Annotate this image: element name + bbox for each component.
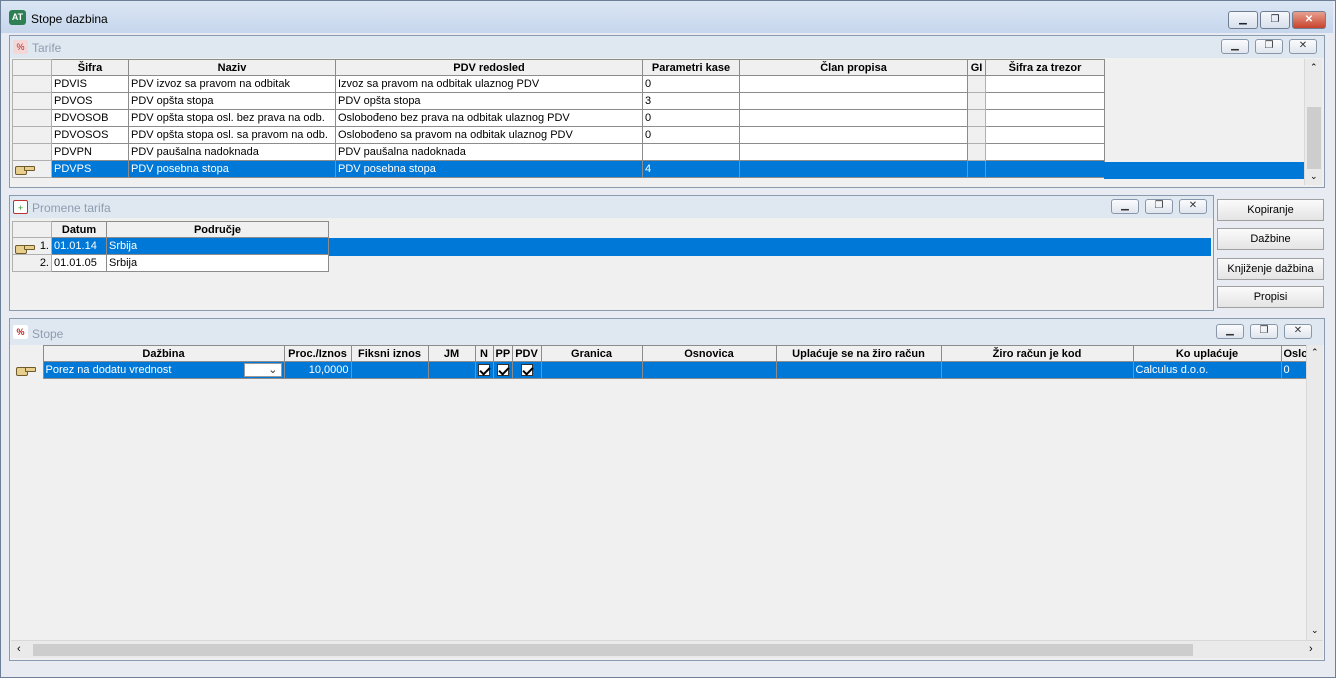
knjizenje-dazbina-button[interactable]: Knjiženje dažbina <box>1217 258 1324 280</box>
percent-icon: % <box>13 325 28 339</box>
stope-minimize-button[interactable]: ▁ <box>1216 324 1244 339</box>
col-n[interactable]: N <box>474 345 494 362</box>
col-uplacuje[interactable]: Uplaćuje se na žiro račun <box>775 345 942 362</box>
col-sifra-trezor[interactable]: Šifra za trezor <box>985 59 1105 76</box>
dazbina-select[interactable]: Porez na dodatu vrednost ⌄ <box>42 361 285 379</box>
col-gi[interactable]: GI <box>967 59 986 76</box>
col-jm[interactable]: JM <box>427 345 476 362</box>
col-oslob[interactable]: Oslob <box>1280 345 1307 362</box>
title-bar: AT Stope dazbina ▁ ❐ ✕ <box>1 1 1333 33</box>
scroll-down-icon[interactable]: ⌄ <box>1310 171 1318 182</box>
tarife-header: Šifra Naziv PDV redosled Parametri kase … <box>12 59 1105 76</box>
stope-hscrollbar[interactable]: ‹ › <box>11 640 1323 658</box>
promene-header: Datum Područje <box>12 221 329 238</box>
tarife-close-button[interactable]: ✕ <box>1289 39 1317 54</box>
tarife-title: Tarife <box>32 41 62 55</box>
selected-row-fill <box>327 238 1211 256</box>
restore-button[interactable]: ❐ <box>1260 11 1290 29</box>
scroll-left-icon[interactable]: ‹ <box>17 643 21 655</box>
row-pointer-icon <box>15 243 35 254</box>
window-title: Stope dazbina <box>31 12 108 26</box>
tarife-vscrollbar[interactable]: ⌃ ⌄ <box>1304 59 1322 185</box>
close-button[interactable]: ✕ <box>1292 11 1326 29</box>
tarife-scroll-thumb[interactable] <box>1307 107 1321 169</box>
close-icon: ✕ <box>1304 14 1314 25</box>
table-row[interactable]: PDVOS PDV opšta stopa PDV opšta stopa 3 <box>12 92 1105 110</box>
table-row[interactable]: 2. 01.01.05 Srbija <box>12 254 329 272</box>
minimize-button[interactable]: ▁ <box>1228 11 1258 29</box>
dazbine-button[interactable]: Dažbine <box>1217 228 1324 250</box>
pdv-checkbox[interactable] <box>520 364 533 377</box>
tarife-titlebar: % Tarife ▁ ❐ ✕ <box>10 36 1324 58</box>
col-osnovica[interactable]: Osnovica <box>641 345 777 362</box>
table-row[interactable]: PDVOSOS PDV opšta stopa osl. sa pravom na… <box>12 126 1105 144</box>
table-row-selected[interactable]: 1. 01.01.14 Srbija <box>12 237 329 255</box>
row-pointer-icon <box>16 365 36 376</box>
n-checkbox[interactable] <box>478 364 490 377</box>
tarife-table: Šifra Naziv PDV redosled Parametri kase … <box>12 59 1105 178</box>
promene-titlebar: + Promene tarifa ▁ ❐ ✕ <box>10 196 1213 218</box>
stope-restore-button[interactable]: ❐ <box>1250 324 1278 339</box>
col-granica[interactable]: Granica <box>540 345 643 362</box>
stope-hscroll-thumb[interactable] <box>33 644 1193 656</box>
col-proc-iznos[interactable]: Proc./Iznos <box>283 345 352 362</box>
table-row[interactable]: PDVOSOB PDV opšta stopa osl. bez prava na… <box>12 109 1105 127</box>
row-pointer-icon <box>15 164 35 175</box>
table-row-selected[interactable]: Porez na dodatu vrednost ⌄ 10,0000 Calcul… <box>14 361 1307 379</box>
tarife-minimize-button[interactable]: ▁ <box>1221 39 1249 54</box>
table-row-selected[interactable]: PDVPS PDV posebna stopa PDV posebna stopa 4 <box>12 160 1105 178</box>
col-fiksni-iznos[interactable]: Fiksni iznos <box>350 345 429 362</box>
stope-titlebar: % Stope ▁ ❐ ✕ <box>10 319 1324 345</box>
propisi-button[interactable]: Propisi <box>1217 286 1324 308</box>
promene-minimize-button[interactable]: ▁ <box>1111 199 1139 214</box>
col-ko-uplacuje[interactable]: Ko uplaćuje <box>1132 345 1282 362</box>
tarife-panel: % Tarife ▁ ❐ ✕ Šifra Naziv PDV redosled … <box>9 35 1325 188</box>
stope-panel: % Stope ▁ ❐ ✕ Dažbina Proc./Iznos Fiksni… <box>9 318 1325 661</box>
promene-close-button[interactable]: ✕ <box>1179 199 1207 214</box>
col-datum[interactable]: Datum <box>51 221 107 238</box>
col-naziv[interactable]: Naziv <box>128 59 336 76</box>
stope-title: Stope <box>32 327 64 341</box>
pp-checkbox[interactable] <box>496 364 509 377</box>
promene-table: Datum Područje 1. 01.01.14 Srbija 2. 01.… <box>12 221 329 272</box>
selected-row-fill <box>1104 162 1304 179</box>
minimize-icon: ▁ <box>1239 14 1247 25</box>
promene-restore-button[interactable]: ❐ <box>1145 199 1173 214</box>
scroll-up-icon[interactable]: ⌃ <box>1311 347 1319 358</box>
scroll-right-icon[interactable]: › <box>1309 643 1313 655</box>
chevron-down-icon[interactable]: ⌄ <box>243 363 282 377</box>
stope-vscrollbar[interactable]: ⌃ ⌄ <box>1306 345 1323 640</box>
table-row[interactable]: PDVIS PDV izvoz sa pravom na odbitak Izvoz… <box>12 75 1105 93</box>
kopiranje-button[interactable]: Kopiranje <box>1217 199 1324 221</box>
scroll-up-icon[interactable]: ⌃ <box>1310 62 1318 73</box>
restore-icon: ❐ <box>1270 14 1280 25</box>
scroll-down-icon[interactable]: ⌄ <box>1311 625 1319 636</box>
stope-close-button[interactable]: ✕ <box>1284 324 1312 339</box>
tarife-icon: % <box>13 40 28 54</box>
app-icon: AT <box>9 10 26 25</box>
promene-panel: + Promene tarifa ▁ ❐ ✕ Datum Područje 1.… <box>9 195 1214 311</box>
table-row[interactable]: PDVPN PDV paušalna nadoknada PDV paušalna … <box>12 143 1105 161</box>
promene-title: Promene tarifa <box>32 201 111 215</box>
stope-grid-viewport: Dažbina Proc./Iznos Fiksni iznos JM N PP… <box>11 345 1307 640</box>
col-pdv-redosled[interactable]: PDV redosled <box>335 59 643 76</box>
col-podrucje[interactable]: Područje <box>106 221 329 238</box>
col-parametri-kase[interactable]: Parametri kase <box>642 59 740 76</box>
col-dazbina[interactable]: Dažbina <box>42 345 285 362</box>
col-pdv[interactable]: PDV <box>511 345 542 362</box>
calendar-icon: + <box>13 200 28 214</box>
col-sifra[interactable]: Šifra <box>51 59 129 76</box>
col-clan-propisa[interactable]: Član propisa <box>739 59 968 76</box>
tarife-restore-button[interactable]: ❐ <box>1255 39 1283 54</box>
col-pp[interactable]: PP <box>492 345 513 362</box>
col-ziro-racun[interactable]: Žiro račun je kod <box>940 345 1134 362</box>
stope-header: Dažbina Proc./Iznos Fiksni iznos JM N PP… <box>14 345 1307 362</box>
stope-table: Dažbina Proc./Iznos Fiksni iznos JM N PP… <box>14 345 1307 379</box>
